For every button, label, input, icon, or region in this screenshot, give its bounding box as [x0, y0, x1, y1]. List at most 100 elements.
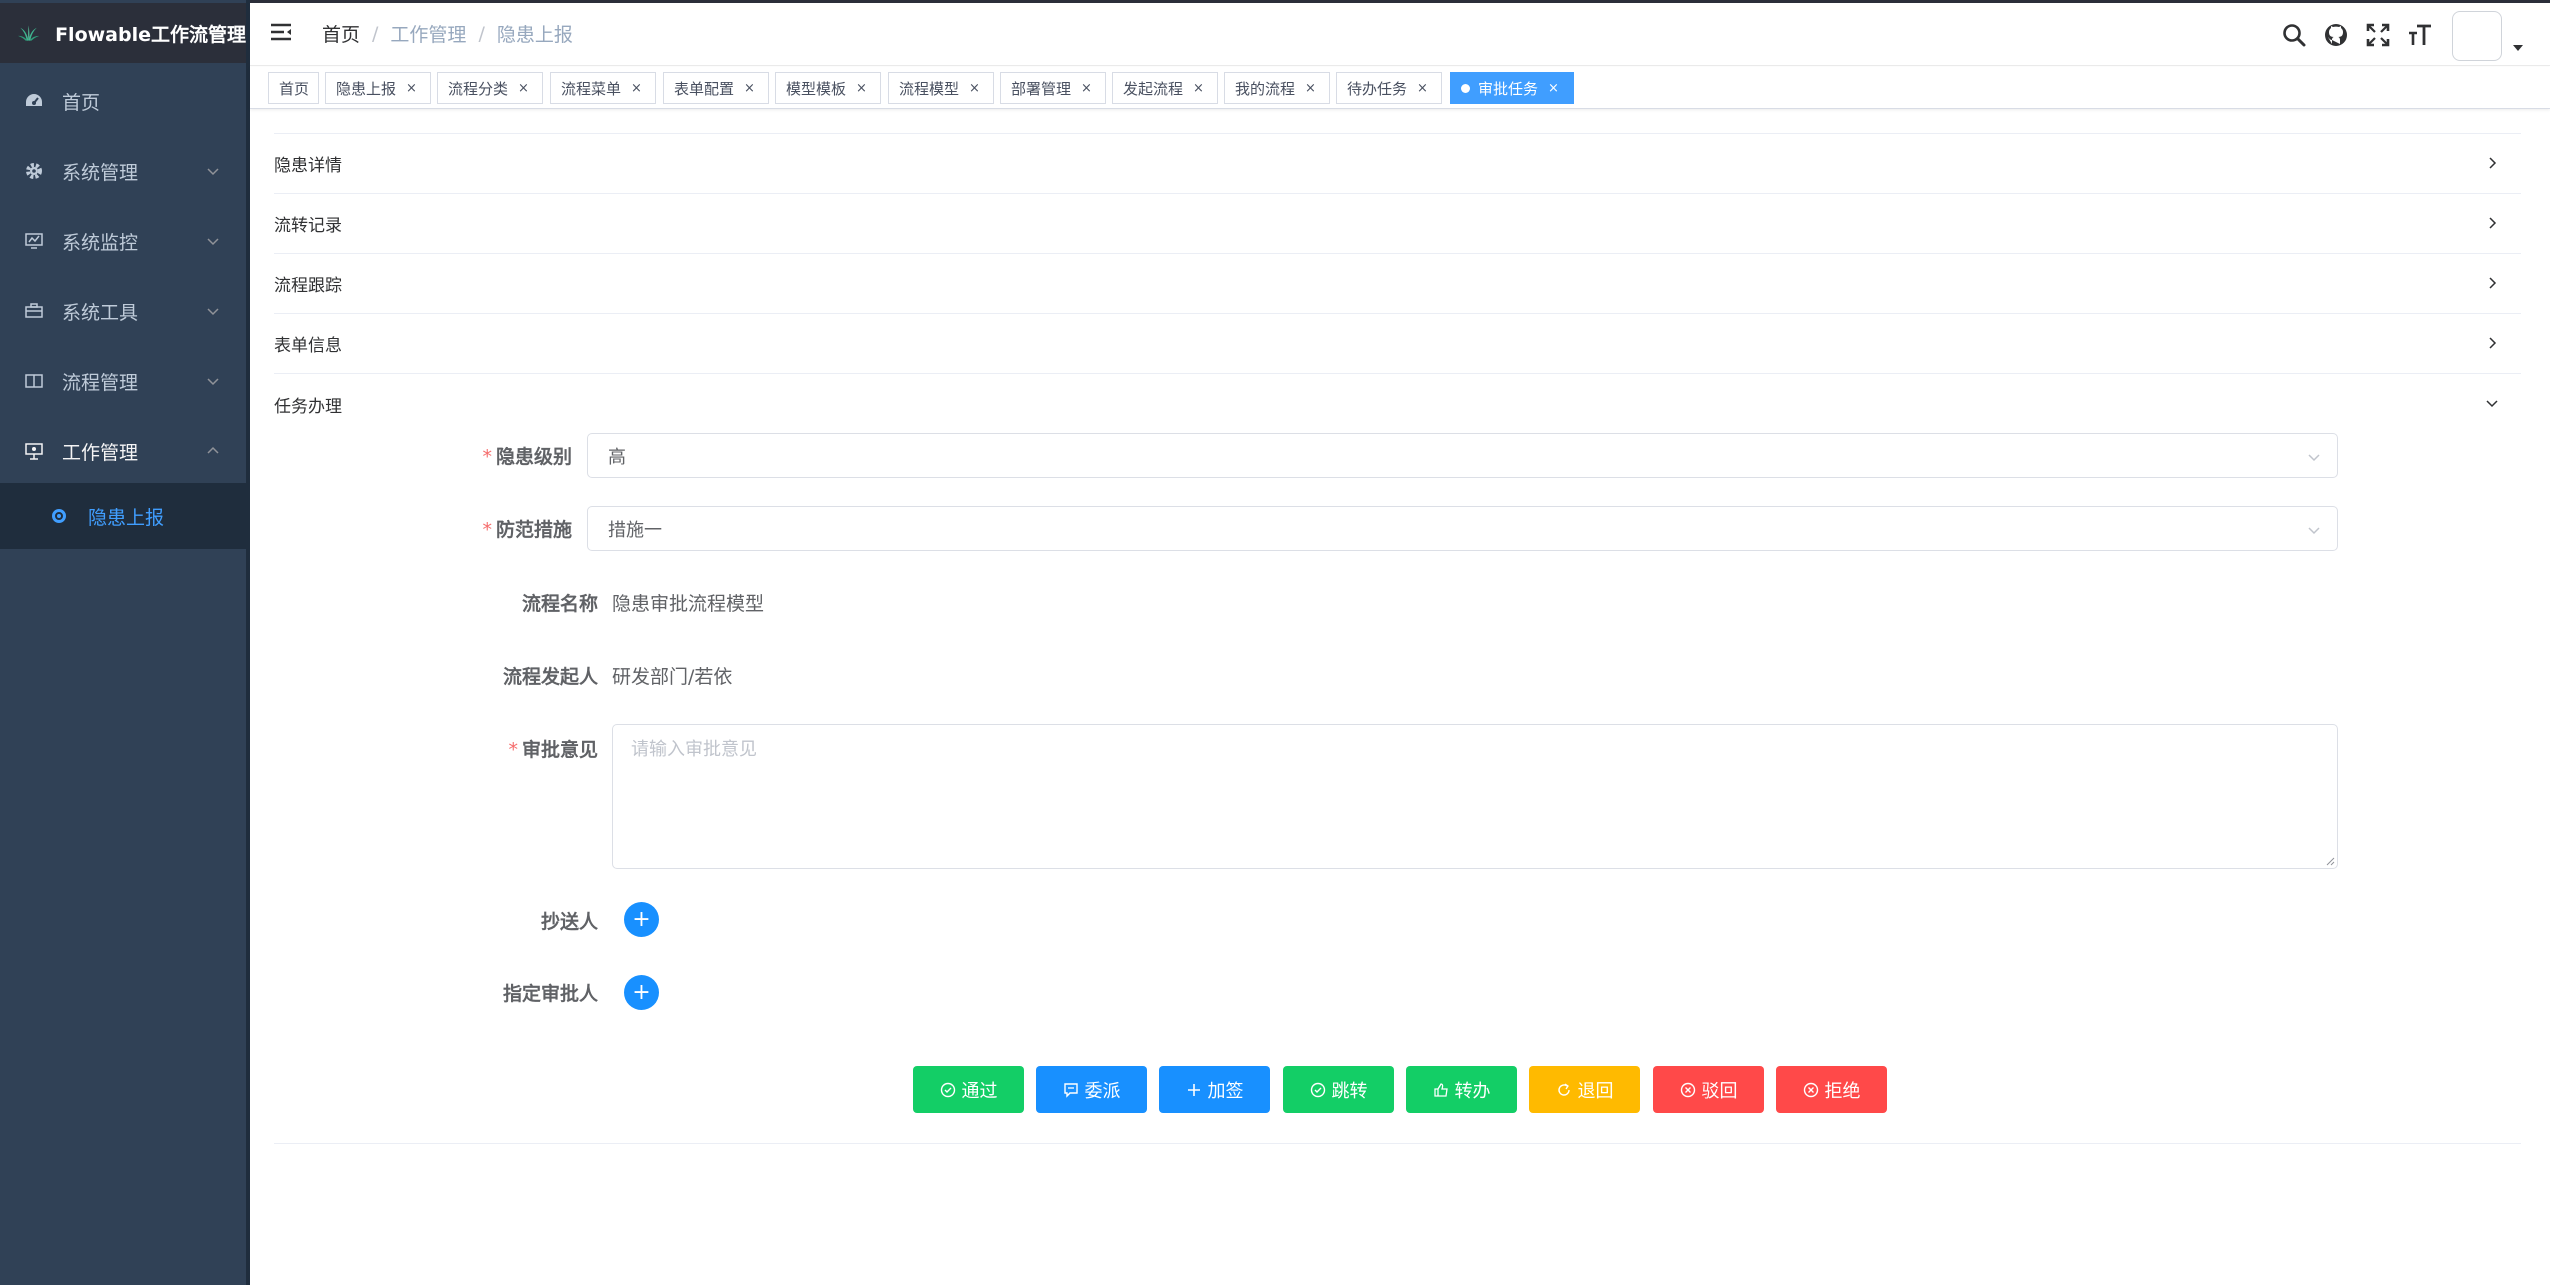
close-icon[interactable]: × [1081, 81, 1092, 96]
app-title: Flowable工作流管理 [55, 23, 246, 46]
chevron-down-icon [207, 238, 219, 246]
sidebar-subitem-hazard-report[interactable]: 隐患上报 [0, 483, 246, 549]
add-approver-button[interactable]: + [624, 975, 659, 1010]
fullscreen-icon[interactable] [2365, 22, 2391, 48]
initiator-value: 研发部门/若依 [612, 666, 733, 688]
tag-label: 流程菜单 [561, 79, 622, 98]
close-icon[interactable]: × [518, 81, 529, 96]
active-dot-icon [1461, 83, 1470, 93]
tags-view-bar: 首页 隐患上报 × 流程分类 × 流程菜单 × 表单配置 × 模型模板 × 流程模型 × 部… [250, 67, 2550, 109]
tag-process-model[interactable]: 流程模型 × [888, 72, 994, 104]
tag-process-menu[interactable]: 流程菜单 × [550, 72, 656, 104]
hamburger-icon[interactable] [270, 21, 292, 43]
tag-label: 隐患上报 [336, 79, 397, 98]
cc-label: 抄送人 [540, 911, 598, 933]
tag-home[interactable]: 首页 [268, 72, 319, 104]
hazard-level-select[interactable]: 高 [587, 433, 2338, 478]
presentation-icon [24, 441, 44, 461]
tag-hazard-report[interactable]: 隐患上报 × [325, 72, 431, 104]
tag-label: 流程分类 [448, 79, 509, 98]
avatar[interactable] [2452, 11, 2502, 61]
close-icon[interactable]: × [406, 81, 417, 96]
collapse-form-info[interactable]: 表单信息 [274, 314, 2521, 374]
circle-close-icon [1803, 1082, 1819, 1098]
tag-label: 我的流程 [1235, 79, 1296, 98]
tag-todo-task[interactable]: 待办任务 × [1336, 72, 1442, 104]
top-navbar: 首页 / 工作管理 / 隐患上报 [250, 3, 2550, 66]
book-icon [24, 371, 44, 391]
chevron-right-icon [2489, 277, 2497, 289]
breadcrumb-separator: / [478, 22, 485, 45]
add-cc-button[interactable]: + [624, 902, 659, 937]
gear-icon [24, 161, 44, 181]
close-icon[interactable]: × [631, 81, 642, 96]
initiator-label: 流程发起人 [502, 666, 598, 688]
breadcrumb-item-hazard-report: 隐患上报 [496, 24, 573, 46]
tag-form-config[interactable]: 表单配置 × [663, 72, 769, 104]
sidebar-item-label: 流程管理 [62, 371, 139, 394]
tag-start-process[interactable]: 发起流程 × [1112, 72, 1218, 104]
caret-down-icon[interactable] [2513, 45, 2523, 51]
hazard-level-label: * 隐患级别 [470, 442, 572, 469]
tag-label: 流程模型 [899, 79, 960, 98]
radio-dot-icon [52, 509, 66, 523]
chevron-right-icon [2489, 157, 2497, 169]
chevron-down-icon [2308, 527, 2320, 535]
sidebar-item-system-monitor[interactable]: 系统监控 [0, 206, 246, 276]
transfer-button[interactable]: 转办 [1406, 1066, 1517, 1113]
process-name-value: 隐患审批流程模型 [612, 593, 765, 615]
close-icon[interactable]: × [1305, 81, 1316, 96]
close-icon[interactable]: × [744, 81, 755, 96]
circle-close-icon [1680, 1082, 1696, 1098]
tag-model-template[interactable]: 模型模板 × [775, 72, 881, 104]
sidebar-item-process-management[interactable]: 流程管理 [0, 346, 246, 416]
delegate-button[interactable]: 委派 [1036, 1066, 1147, 1113]
collapse-transfer-record[interactable]: 流转记录 [274, 194, 2521, 254]
collapse-hazard-detail[interactable]: 隐患详情 [274, 134, 2521, 194]
search-icon[interactable] [2281, 22, 2307, 48]
jump-button[interactable]: 跳转 [1283, 1066, 1394, 1113]
app-logo-bar[interactable]: Flowable工作流管理 [0, 3, 246, 63]
tag-deploy-management[interactable]: 部署管理 × [1000, 72, 1106, 104]
chevron-down-icon [2308, 454, 2320, 462]
sidebar-item-label: 系统管理 [62, 161, 139, 184]
sidebar: Flowable工作流管理 首页 系统管理 系统监控 系统工具 流程管理 工作管… [0, 0, 246, 1285]
return-button[interactable]: 退回 [1529, 1066, 1640, 1113]
tag-my-process[interactable]: 我的流程 × [1224, 72, 1330, 104]
tag-approval-task[interactable]: 审批任务 × [1450, 72, 1574, 104]
approver-label: 指定审批人 [502, 983, 598, 1005]
reject-back-button[interactable]: 驳回 [1653, 1066, 1764, 1113]
breadcrumb-item-home[interactable]: 首页 [322, 20, 360, 47]
close-icon[interactable]: × [1193, 81, 1204, 96]
sidebar-item-home[interactable]: 首页 [0, 66, 246, 136]
font-size-icon[interactable] [2407, 22, 2433, 48]
label-text: 审批意见 [521, 739, 598, 761]
close-icon[interactable]: × [1417, 81, 1428, 96]
prevention-select[interactable]: 措施一 [587, 506, 2338, 551]
plus-icon [1186, 1082, 1202, 1098]
close-icon[interactable]: × [969, 81, 980, 96]
chevron-up-icon [207, 446, 219, 454]
sidebar-item-system-management[interactable]: 系统管理 [0, 136, 246, 206]
sidebar-item-work-management[interactable]: 工作管理 [0, 416, 246, 486]
github-icon[interactable] [2323, 22, 2349, 48]
process-name-label: 流程名称 [521, 593, 598, 615]
button-label: 跳转 [1331, 1080, 1368, 1102]
close-icon[interactable]: × [1548, 81, 1559, 96]
refuse-button[interactable]: 拒绝 [1776, 1066, 1887, 1113]
pass-button[interactable]: 通过 [913, 1066, 1024, 1113]
resize-grip-icon[interactable] [2325, 856, 2335, 866]
select-value: 措施一 [608, 519, 662, 541]
collapse-task-handling[interactable]: 任务办理 [274, 374, 2521, 434]
tag-label: 审批任务 [1478, 79, 1539, 98]
close-icon[interactable]: × [856, 81, 867, 96]
tag-process-category[interactable]: 流程分类 × [437, 72, 543, 104]
sidebar-edge [246, 0, 250, 1285]
tag-label: 表单配置 [674, 79, 735, 98]
collapse-title: 任务办理 [274, 396, 342, 417]
add-sign-button[interactable]: 加签 [1159, 1066, 1270, 1113]
sidebar-item-system-tools[interactable]: 系统工具 [0, 276, 246, 346]
opinion-textarea[interactable]: 请输入审批意见 [612, 724, 2338, 869]
collapse-process-tracking[interactable]: 流程跟踪 [274, 254, 2521, 314]
required-mark: * [482, 446, 492, 468]
